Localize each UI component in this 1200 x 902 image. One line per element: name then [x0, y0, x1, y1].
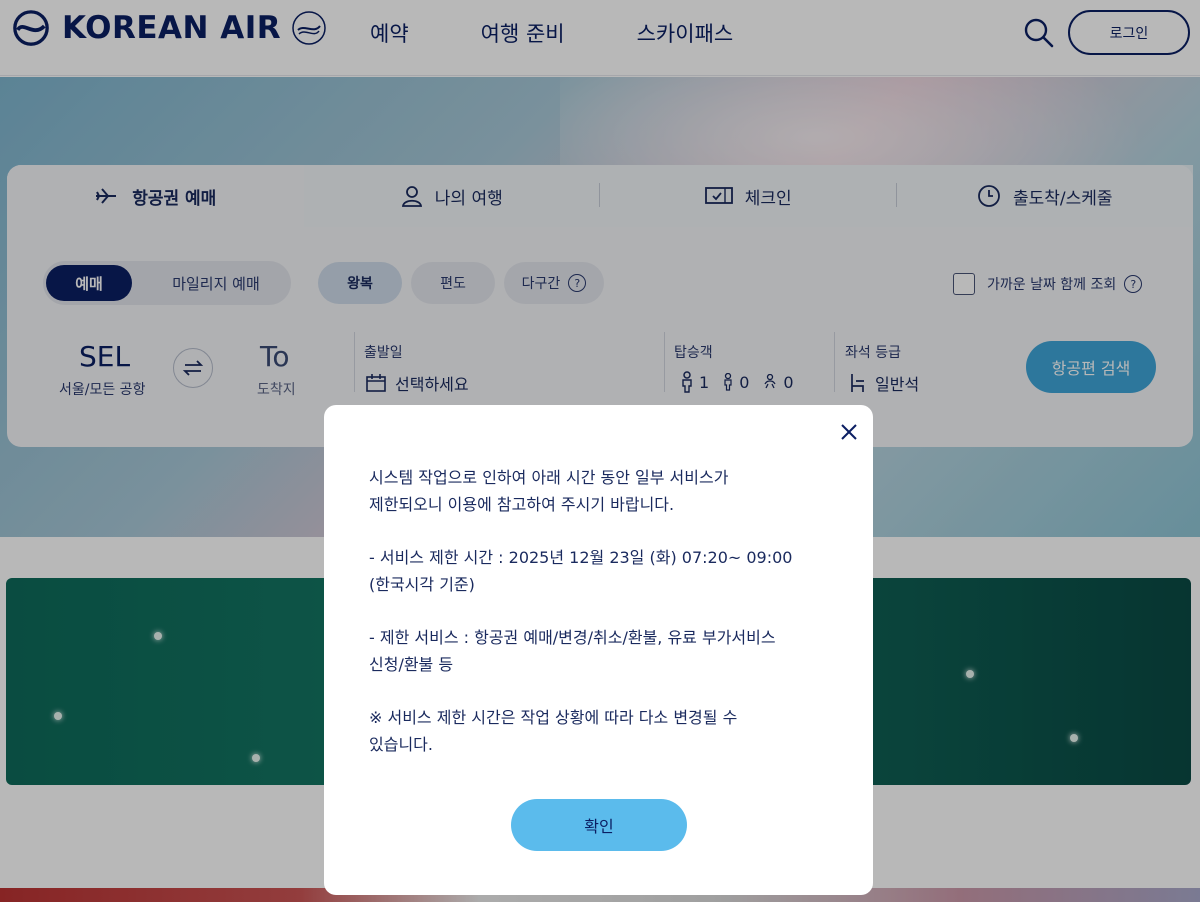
notice-dialog: 시스템 작업으로 인하여 아래 시간 동안 일부 서비스가 제한되오니 이용에 …: [324, 405, 873, 895]
notice-line: 있습니다.: [369, 735, 433, 754]
notice-line: 제한되오니 이용에 참고하여 주시기 바랍니다.: [369, 495, 675, 514]
notice-line: - 서비스 제한 시간 : 2025년 12월 23일 (화) 07:20~ 0…: [369, 548, 793, 567]
notice-line: 시스템 작업으로 인하여 아래 시간 동안 일부 서비스가: [369, 468, 729, 487]
close-icon: [841, 424, 857, 440]
notice-message: 시스템 작업으로 인하여 아래 시간 동안 일부 서비스가 제한되오니 이용에 …: [369, 464, 839, 758]
confirm-button[interactable]: 확인: [511, 799, 687, 851]
notice-line: - 제한 서비스 : 항공권 예매/변경/취소/환불, 유료 부가서비스: [369, 628, 776, 647]
notice-line: ※ 서비스 제한 시간은 작업 상황에 따라 다소 변경될 수: [369, 708, 738, 727]
close-button[interactable]: [834, 417, 864, 447]
notice-line: (한국시각 기준): [369, 575, 475, 594]
notice-line: 신청/환불 등: [369, 655, 454, 674]
